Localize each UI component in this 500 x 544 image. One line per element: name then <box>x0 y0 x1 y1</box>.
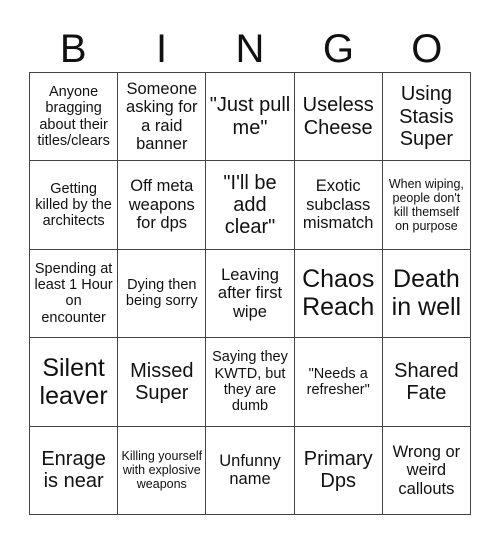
bingo-cell-text: Saying they KWTD, but they are dumb <box>212 349 288 415</box>
header-letter-b: B <box>59 27 87 71</box>
bingo-cell-text: Killing yourself with explosive weapons <box>121 449 203 492</box>
bingo-cell-text: Spending at least 1 Hour on encounter <box>34 261 113 326</box>
bingo-cell[interactable]: Getting killed by the architects <box>30 161 119 250</box>
bingo-cell-text: Someone asking for a raid banner <box>126 79 198 154</box>
bingo-cell-text: Off meta weapons for dps <box>128 177 195 233</box>
bingo-cell[interactable]: "I'll be add clear" <box>206 161 295 250</box>
bingo-cell[interactable]: Wrong or weird callouts <box>382 426 471 515</box>
bingo-cell[interactable]: Chaos Reach <box>294 249 383 339</box>
bingo-cell[interactable]: Death in well <box>382 249 471 339</box>
bingo-cell[interactable]: Off meta weapons for dps <box>118 161 207 250</box>
bingo-cell-text: Chaos Reach <box>302 265 375 322</box>
bingo-cell-text: Leaving after first wipe <box>217 265 283 321</box>
bingo-cell[interactable]: Unfunny name <box>206 426 295 515</box>
bingo-cell-text: Missed Super <box>130 359 194 404</box>
bingo-cell[interactable]: "Needs a refresher" <box>294 338 383 427</box>
bingo-cell[interactable]: Enrage is near <box>30 426 119 515</box>
bingo-cell[interactable]: Missed Super <box>118 338 207 427</box>
bingo-cell-text: Useless Cheese <box>302 94 374 139</box>
bingo-cell-text: Exotic subclass mismatch <box>302 177 374 233</box>
header-letter-i: I <box>156 27 168 71</box>
bingo-cell-text: "Just pull me" <box>209 94 291 139</box>
bingo-cell[interactable]: Killing yourself with explosive weapons <box>118 426 207 515</box>
bingo-cell[interactable]: Leaving after first wipe <box>206 249 295 339</box>
bingo-cell-text: Using Stasis Super <box>399 83 454 150</box>
bingo-cell-text: Getting killed by the architects <box>35 180 112 230</box>
bingo-cell[interactable]: When wiping, people don't kill themself … <box>382 161 471 250</box>
bingo-cell-text: Silent leaver <box>39 353 108 410</box>
header-letter-n: N <box>235 27 265 71</box>
bingo-cell-text: "Needs a refresher" <box>306 365 370 398</box>
header-letter-o: O <box>411 27 443 71</box>
bingo-cell[interactable]: Useless Cheese <box>294 73 383 162</box>
bingo-cell-text: Dying then being sorry <box>125 277 198 310</box>
bingo-cell-text: When wiping, people don't kill themself … <box>388 177 464 234</box>
bingo-cell-text: Shared Fate <box>394 359 459 404</box>
bingo-cell[interactable]: Exotic subclass mismatch <box>294 161 383 250</box>
bingo-cell[interactable]: Shared Fate <box>382 338 471 427</box>
bingo-cell[interactable]: Anyone bragging about their titles/clear… <box>30 73 119 162</box>
bingo-grid: Anyone bragging about their titles/clear… <box>29 72 471 515</box>
header-letter-g: G <box>322 27 354 71</box>
bingo-cell[interactable]: Saying they KWTD, but they are dumb <box>206 338 295 427</box>
bingo-header: B I N G O <box>29 28 471 70</box>
bingo-cell[interactable]: Primary Dps <box>294 426 383 515</box>
bingo-cell-text: Death in well <box>391 265 462 322</box>
bingo-cell[interactable]: Using Stasis Super <box>382 73 471 162</box>
bingo-cell-text: Enrage is near <box>41 447 106 493</box>
bingo-cell-text: Primary Dps <box>303 447 373 493</box>
bingo-cell[interactable]: Spending at least 1 Hour on encounter <box>30 249 119 339</box>
bingo-cell[interactable]: Someone asking for a raid banner <box>118 73 207 162</box>
bingo-cell-text: "I'll be add clear" <box>223 171 277 239</box>
bingo-cell[interactable]: Silent leaver <box>30 338 119 427</box>
bingo-cell[interactable]: Dying then being sorry <box>118 249 207 339</box>
bingo-cell-text: Unfunny name <box>219 451 281 489</box>
bingo-cell-text: Wrong or weird callouts <box>392 442 461 498</box>
bingo-cell-text: Anyone bragging about their titles/clear… <box>37 84 110 149</box>
bingo-cell[interactable]: "Just pull me" <box>206 73 295 162</box>
